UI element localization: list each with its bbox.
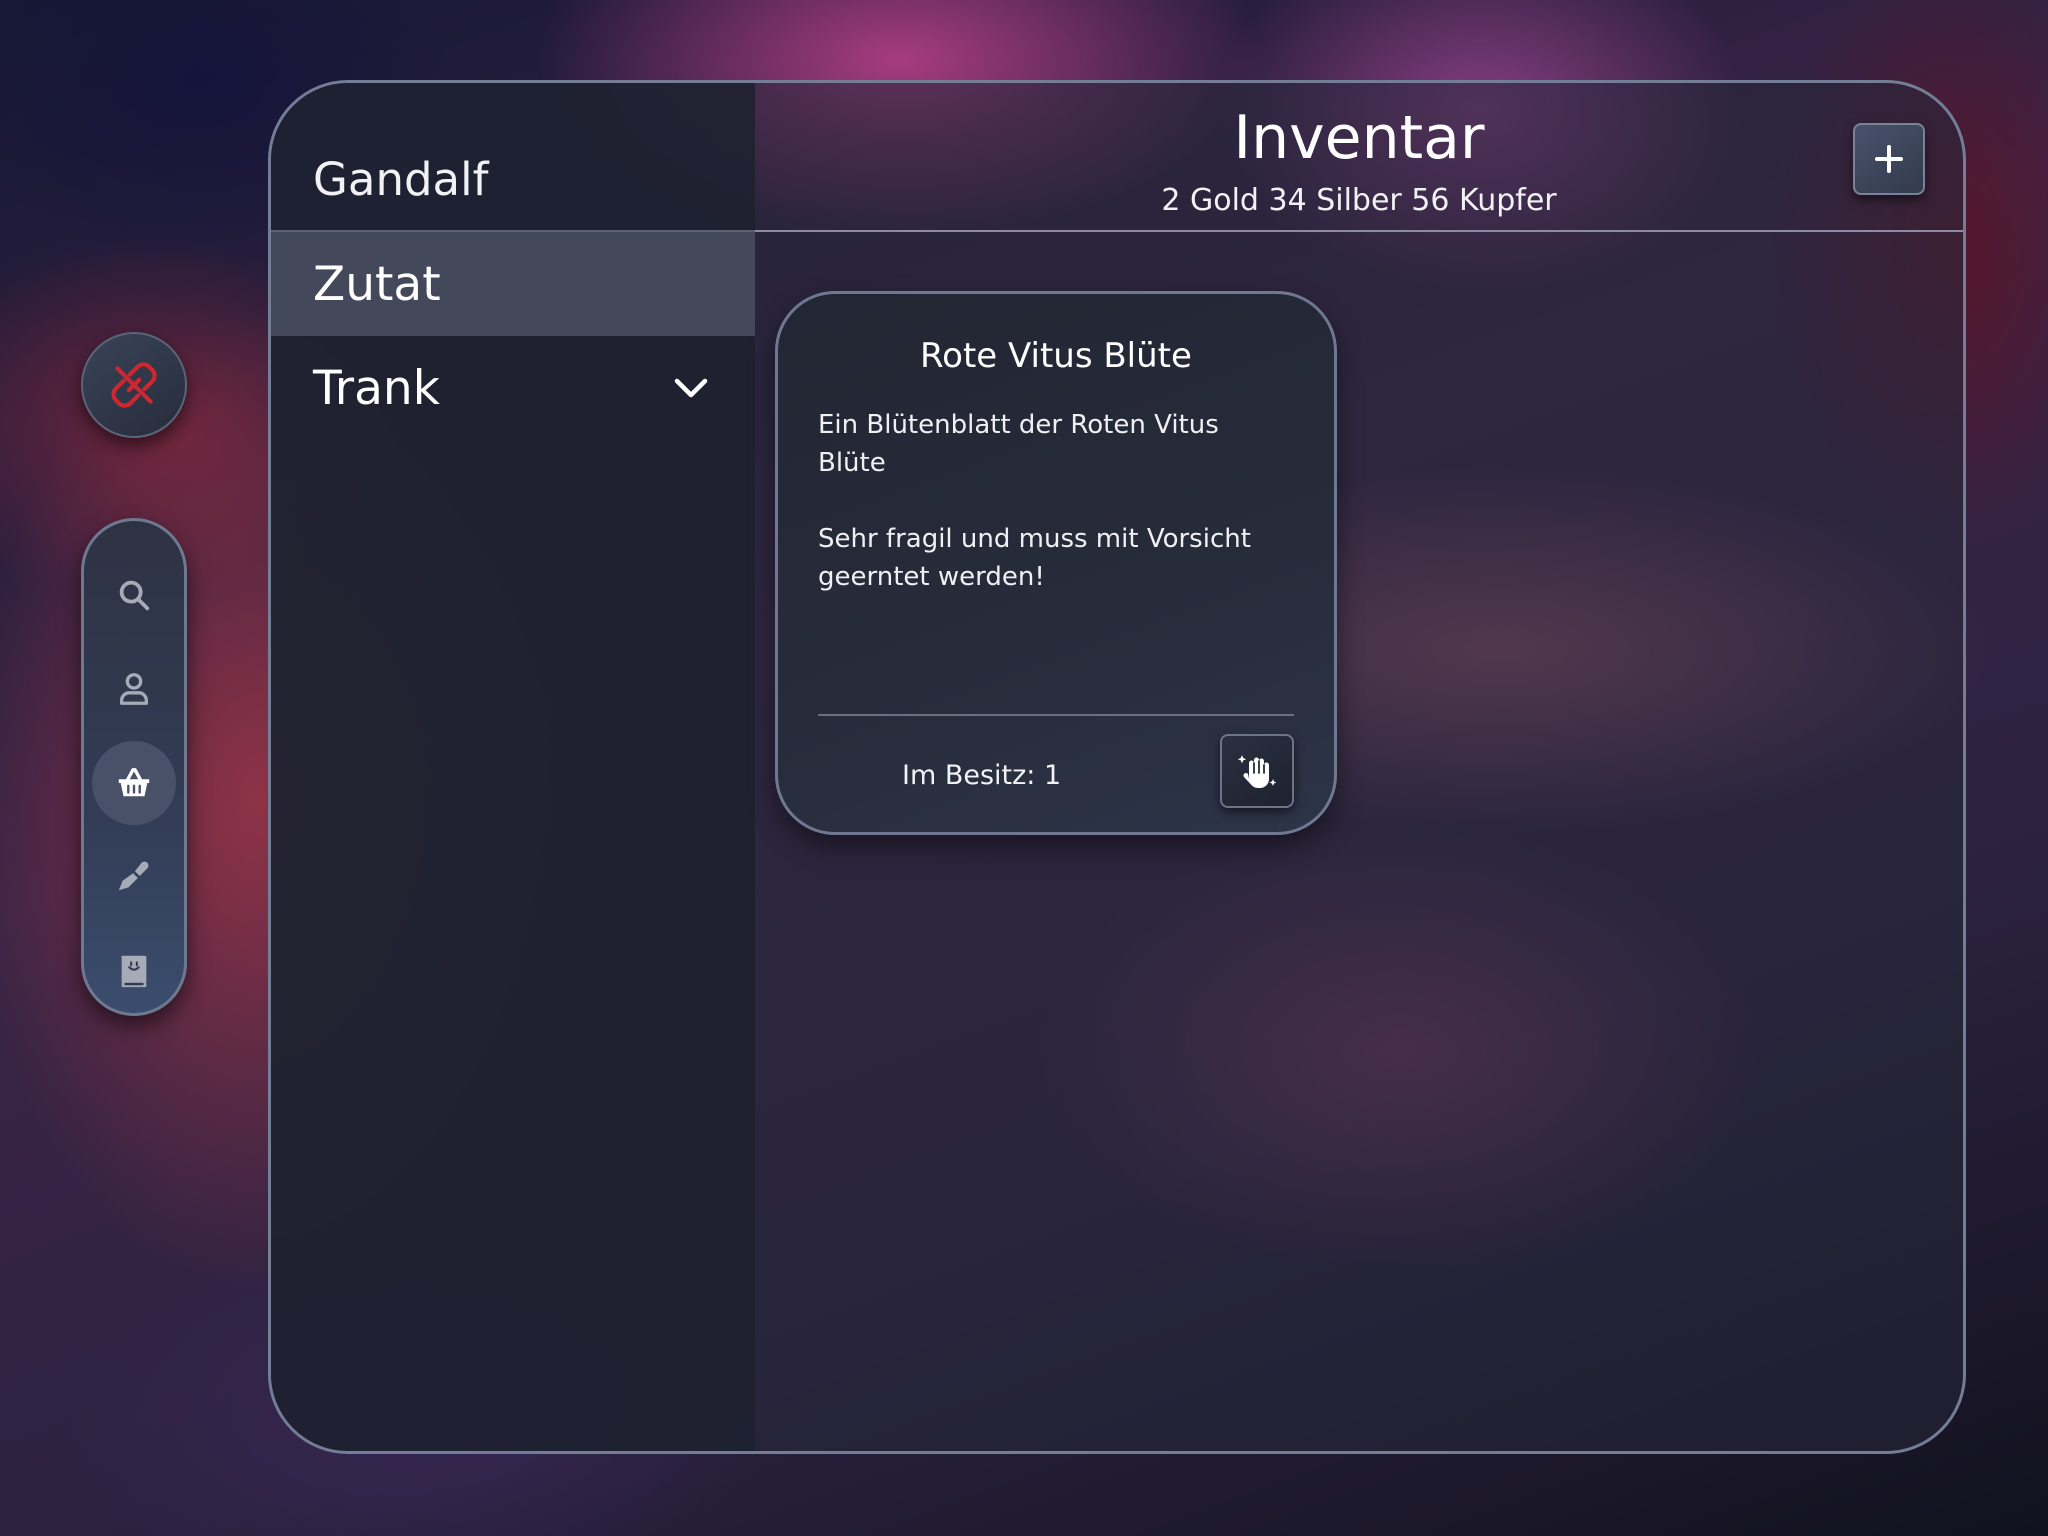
link-off-icon: [111, 362, 157, 408]
trowel-icon: [118, 861, 149, 891]
search-icon: [119, 580, 150, 611]
character-name: Gandalf: [313, 153, 489, 206]
item-description-line: Sehr fragil und muss mit Vorsicht geernt…: [818, 524, 1251, 592]
nav-search-button[interactable]: [92, 553, 176, 637]
category-label: Zutat: [313, 256, 441, 312]
category-sidebar: Gandalf Zutat Trank: [271, 83, 755, 1451]
magic-hand-icon: [1237, 755, 1277, 788]
item-title: Rote Vitus Blüte: [920, 336, 1192, 376]
person-icon: [119, 673, 149, 705]
content-header: Inventar 2 Gold 34 Silber 56 Kupfer: [755, 83, 1963, 232]
category-label: Trank: [313, 360, 440, 416]
sidebar-header: Gandalf: [271, 83, 755, 232]
item-description-line: Ein Blütenblatt der Roten Vitus Blüte: [818, 410, 1219, 478]
money-display: 2 Gold 34 Silber 56 Kupfer: [1161, 183, 1557, 218]
add-item-button[interactable]: [1853, 123, 1925, 195]
card-divider: [818, 714, 1294, 716]
item-card: Rote Vitus Blüte Ein Blütenblatt der Rot…: [775, 291, 1337, 835]
plus-icon: [1875, 145, 1903, 173]
chevron-down-icon: [674, 378, 708, 398]
owned-count: Im Besitz: 1: [902, 760, 1062, 791]
category-item-trank[interactable]: Trank: [271, 336, 755, 440]
item-description: Ein Blütenblatt der Roten Vitus Blüte Se…: [818, 406, 1294, 596]
book-icon: [121, 955, 147, 988]
use-item-button[interactable]: [1220, 734, 1294, 808]
inventory-panel: Gandalf Zutat Trank Inventar 2 Gold 34 S…: [268, 80, 1966, 1454]
nav-inventory-button[interactable]: [92, 741, 176, 825]
sync-toggle-button[interactable]: [81, 332, 187, 438]
nav-rail: [81, 518, 187, 1016]
basket-icon: [118, 768, 150, 797]
nav-book-button[interactable]: [92, 929, 176, 1013]
nav-character-button[interactable]: [92, 647, 176, 731]
category-item-zutat[interactable]: Zutat: [271, 232, 755, 336]
inventory-content: Inventar 2 Gold 34 Silber 56 Kupfer Rote…: [755, 83, 1963, 1451]
page-title: Inventar: [1233, 103, 1485, 173]
nav-gather-button[interactable]: [92, 835, 176, 919]
